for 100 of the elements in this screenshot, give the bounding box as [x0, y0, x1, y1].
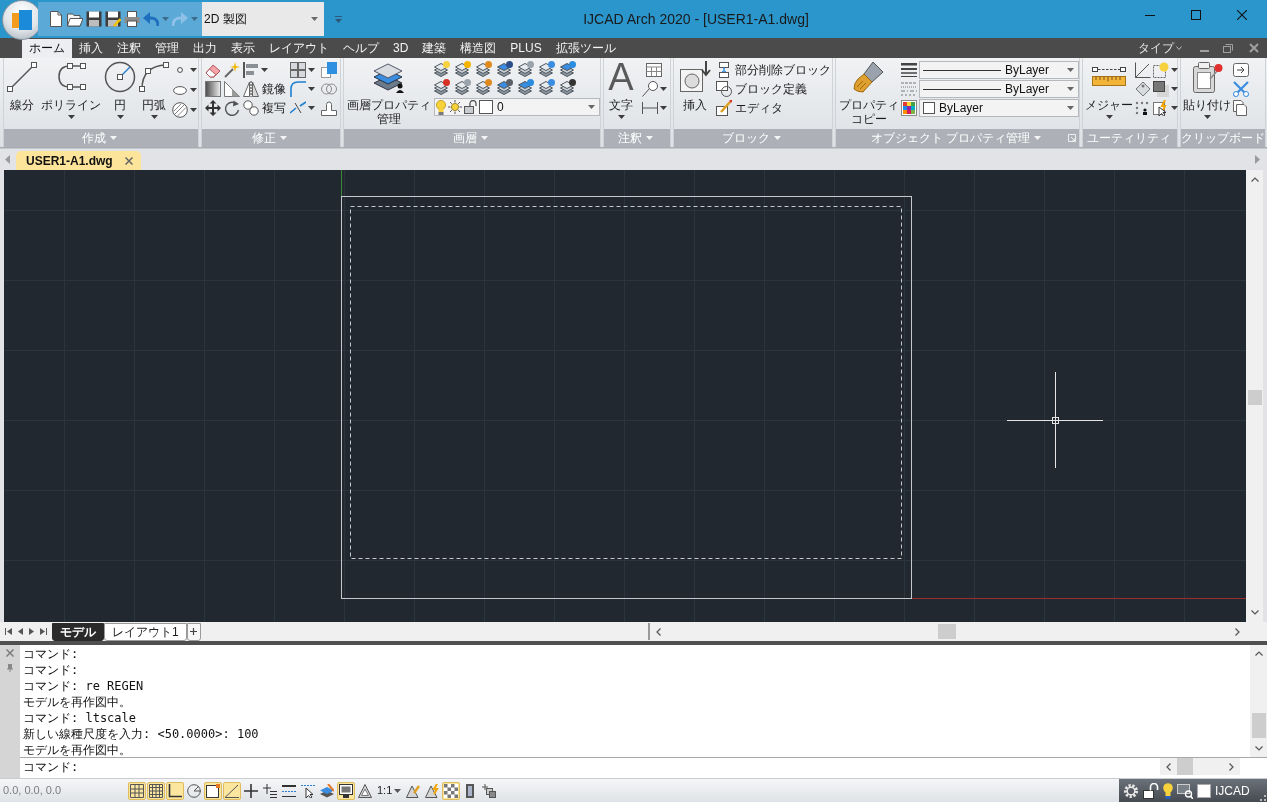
- ribbon-tab[interactable]: 出力: [186, 39, 224, 58]
- layers-icon[interactable]: [539, 61, 555, 77]
- caret-icon[interactable]: [308, 87, 315, 91]
- caret-icon[interactable]: [660, 106, 667, 110]
- close-icon[interactable]: [6, 649, 14, 657]
- layers-icon[interactable]: [497, 61, 513, 77]
- caret-icon[interactable]: [116, 115, 124, 119]
- color-dropdown[interactable]: ByLayer: [919, 99, 1079, 117]
- chevron-down-icon[interactable]: [1254, 746, 1263, 751]
- status-toggle[interactable]: [242, 781, 260, 800]
- dashed-box-icon[interactable]: [1153, 62, 1169, 78]
- lineweight-dropdown[interactable]: ByLayer: [919, 61, 1079, 79]
- ribbon-tab[interactable]: 構造図: [453, 39, 504, 58]
- layers-icon[interactable]: [476, 79, 492, 95]
- scrollbar-thumb[interactable]: [1247, 390, 1262, 405]
- lineweight-icon[interactable]: [901, 63, 917, 77]
- status-toggle[interactable]: [442, 781, 461, 800]
- lightbulb-icon[interactable]: [1163, 782, 1173, 799]
- resize-grip-icon[interactable]: [1260, 795, 1266, 801]
- ribbon-tab[interactable]: ホーム: [22, 39, 72, 58]
- layers-icon[interactable]: [476, 61, 492, 77]
- layers-icon[interactable]: [539, 79, 555, 95]
- table-icon[interactable]: [646, 63, 662, 77]
- status-toggle[interactable]: [356, 781, 374, 800]
- ribbon-tab[interactable]: PLUS: [503, 39, 549, 58]
- status-toggle[interactable]: [223, 781, 241, 800]
- workspace-dropdown[interactable]: 2D 製図: [202, 2, 324, 36]
- layout-tab[interactable]: レイアウト1: [104, 622, 187, 641]
- layers-icon[interactable]: [518, 79, 534, 95]
- leader-icon[interactable]: [642, 81, 658, 97]
- caret-icon[interactable]: [1067, 106, 1074, 110]
- ribbon-tab[interactable]: 注釈: [110, 39, 148, 58]
- caret-icon[interactable]: [1171, 68, 1178, 72]
- close-icon[interactable]: [1249, 43, 1259, 53]
- layers-icon[interactable]: [434, 79, 450, 95]
- caret-icon[interactable]: [190, 108, 197, 112]
- caret-icon[interactable]: [394, 788, 402, 793]
- cursor-bolt-icon[interactable]: [1153, 100, 1169, 116]
- status-toggle[interactable]: [480, 781, 499, 800]
- arrow-box-icon[interactable]: [1233, 63, 1249, 77]
- color-palette-icon[interactable]: [901, 100, 917, 116]
- status-toggle[interactable]: [261, 781, 279, 800]
- polyline-tool-button[interactable]: ポリライン: [40, 61, 102, 129]
- chevron-right-icon[interactable]: [1235, 627, 1240, 636]
- partial-delete-block-button[interactable]: 部分削除ブロック: [716, 61, 831, 79]
- printer-icon[interactable]: [124, 11, 140, 27]
- status-toggle[interactable]: [337, 781, 355, 800]
- grid-squares-icon[interactable]: [290, 62, 306, 78]
- square-icon[interactable]: [1197, 783, 1211, 798]
- status-toggle[interactable]: [166, 781, 184, 800]
- caret-icon[interactable]: [190, 88, 197, 92]
- circle-tool-button[interactable]: 円: [104, 61, 136, 129]
- caret-icon[interactable]: [1105, 115, 1113, 119]
- layer-dropdown[interactable]: 0: [434, 98, 600, 116]
- caret-icon[interactable]: [308, 68, 315, 72]
- chevron-left-icon[interactable]: [656, 627, 661, 636]
- open-folder-icon[interactable]: [67, 11, 83, 27]
- chevron-down-icon[interactable]: [1250, 610, 1259, 615]
- vertical-scrollbar[interactable]: [1250, 645, 1267, 757]
- caret-icon[interactable]: [1203, 115, 1211, 119]
- status-toggle[interactable]: [204, 781, 222, 800]
- caret-icon[interactable]: [617, 115, 625, 119]
- gradient-square-icon[interactable]: [205, 81, 221, 97]
- stamp-icon[interactable]: [321, 100, 337, 116]
- layers-icon[interactable]: [518, 61, 534, 77]
- scrollbar-thumb[interactable]: [1251, 713, 1266, 738]
- caret-icon[interactable]: [261, 68, 268, 72]
- status-toggle[interactable]: [147, 781, 165, 800]
- rotate-arrow-icon[interactable]: [224, 100, 240, 116]
- ribbon-tab[interactable]: 表示: [224, 39, 262, 58]
- restore-icon[interactable]: [1223, 43, 1233, 53]
- caret-icon[interactable]: [1171, 106, 1178, 110]
- new-document-icon[interactable]: [48, 11, 64, 27]
- document-tab[interactable]: USER1-A1.dwg: [16, 151, 141, 170]
- last-tab-icon[interactable]: [40, 628, 47, 635]
- caret-icon[interactable]: [1171, 87, 1178, 91]
- layers-icon[interactable]: [455, 61, 471, 77]
- overlapping-rectangles-icon[interactable]: [321, 62, 337, 78]
- block-editor-button[interactable]: エディタ: [716, 99, 831, 117]
- ribbon-tab[interactable]: ヘルプ: [336, 39, 386, 58]
- ribbon-tab[interactable]: 挿入: [72, 39, 110, 58]
- shadow-rectangle-icon[interactable]: [1153, 81, 1169, 97]
- ribbon-tab[interactable]: 拡張ツール: [548, 39, 623, 58]
- layers-icon[interactable]: [560, 79, 576, 95]
- line-tool-button[interactable]: 線分: [6, 61, 38, 129]
- close-icon[interactable]: [124, 156, 133, 165]
- first-tab-icon[interactable]: [5, 628, 12, 635]
- caret-icon[interactable]: [150, 115, 158, 119]
- chevron-left-icon[interactable]: [1166, 762, 1171, 771]
- caret-icon[interactable]: [660, 87, 667, 91]
- dot-grid-icon[interactable]: [1135, 101, 1149, 115]
- ribbon-tab[interactable]: 管理: [148, 39, 186, 58]
- help-dropdown[interactable]: タイプ: [1138, 39, 1182, 57]
- caret-icon[interactable]: [1067, 68, 1074, 72]
- unlocked-padlock-icon[interactable]: [1143, 782, 1159, 799]
- broken-line-icon[interactable]: [290, 100, 306, 116]
- caret-icon[interactable]: [311, 17, 318, 21]
- insert-block-button[interactable]: 挿入: [676, 61, 714, 129]
- scrollbar-thumb[interactable]: [938, 624, 956, 639]
- overlapping-circles-icon[interactable]: [321, 81, 337, 97]
